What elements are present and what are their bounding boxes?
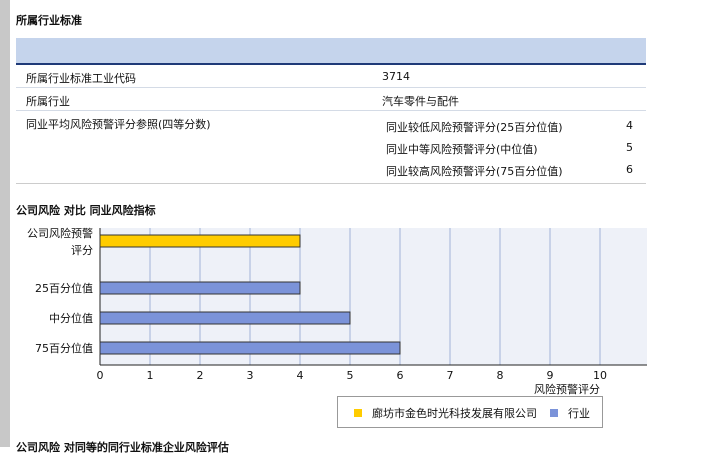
bottom-section-title: 公司风险 对同等的同行业标准企业风险评估 [16,441,229,454]
row-label: 所属行业标准工业代码 [26,72,136,85]
x-tick-label: 2 [197,369,204,382]
table-header-bar [16,38,646,65]
x-tick-label: 8 [497,369,504,382]
y-tick-label: 75百分位值 [35,341,93,355]
bar-industry [99,341,401,355]
bar-industry [99,311,351,325]
legend-swatch-company [354,409,362,417]
y-tick-label: 评分 [71,244,93,257]
sub-row-label: 同业较低风险预警评分(25百分位值) [386,121,563,134]
x-tick-label: 9 [547,369,554,382]
bar-company [99,234,301,248]
row-label: 所属行业 [26,95,70,108]
row-value: 3714 [382,70,410,83]
sub-row-value: 5 [626,141,633,154]
bar-industry [99,281,301,295]
table-row: 所属行业标准工业代码 3714 [16,65,646,88]
y-tick-label: 公司风险预警 [27,226,93,240]
x-tick-label: 0 [97,369,104,382]
sub-row-value: 6 [626,163,633,176]
legend-swatch-industry [550,409,558,417]
sub-row-value: 4 [626,119,633,132]
y-tick-label: 25百分位值 [35,281,93,295]
row-label: 同业平均风险预警评分参照(四等分数) [26,118,211,131]
legend-label-company: 廊坊市金色时光科技发展有限公司 [372,407,537,420]
row-value: 汽车零件与配件 [382,95,459,108]
legend-label-industry: 行业 [568,407,590,420]
x-tick-label: 6 [397,369,404,382]
section-title-risk-comparison: 公司风险 对比 同业风险指标 [16,204,156,217]
left-margin-bar [0,0,10,447]
table-row: 所属行业 汽车零件与配件 [16,88,646,111]
x-tick-label: 10 [593,369,607,382]
x-axis-label: 风险预警评分 [534,382,600,396]
y-tick-label: 中分位值 [49,311,93,325]
section-title-industry-standard: 所属行业标准 [16,14,82,27]
x-tick-label: 7 [447,369,454,382]
industry-standard-table: 所属行业标准工业代码 3714 所属行业 汽车零件与配件 同业平均风险预警评分参… [16,38,646,184]
sub-row-label: 同业较高风险预警评分(75百分位值) [386,165,563,178]
x-tick-label: 5 [347,369,354,382]
section-divider [16,183,646,184]
sub-row-label: 同业中等风险预警评分(中位值) [386,143,538,156]
x-tick-label: 4 [297,369,304,382]
chart-legend: 廊坊市金色时光科技发展有限公司 行业 [337,396,603,428]
x-tick-label: 3 [247,369,254,382]
table-row-reference: 同业平均风险预警评分参照(四等分数) 同业较低风险预警评分(25百分位值) 4 … [16,111,646,184]
x-tick-label: 1 [147,369,154,382]
